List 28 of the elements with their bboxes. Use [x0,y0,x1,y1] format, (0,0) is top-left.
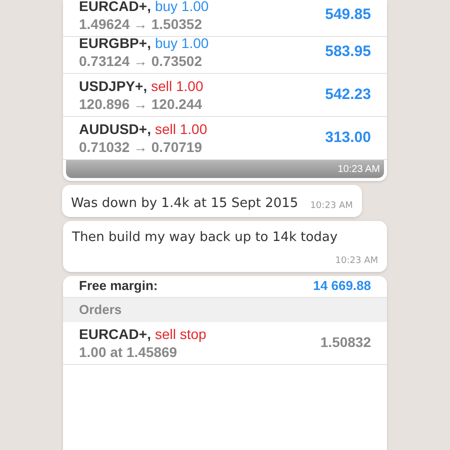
price-range: 1.00 at 1.45869 [79,342,178,360]
message-text: Then build my way back up to 14k today [72,228,339,246]
message-time: 10:23 AM [310,200,353,213]
message-time: 10:23 AM [335,255,378,268]
price-range: 0.73124 → 0.73502 [79,52,203,70]
profit-value: 583.95 [325,42,371,62]
price-range: 120.896 → 120.244 [79,95,203,113]
symbol-label: EURGBP+, [79,34,151,52]
section-header: Orders [63,298,387,322]
price-range: 1.49624 → 1.50352 [79,15,203,33]
price-range: 0.71032 → 0.70719 [79,138,203,156]
symbol-label: AUDUSD+, [79,120,151,138]
profit-value: 549.85 [325,4,371,25]
profit-value: 313.00 [325,128,371,148]
message-text: Was down by 1.4k at 15 Sept 2015 [71,195,298,213]
message-time: 10:23 AM [338,162,380,176]
order-price: 1.50832 [320,333,371,352]
free-margin-value: 14 669.88 [313,277,371,296]
symbol-label: USDJPY+, [79,77,148,95]
trade-action: buy 1.00 [154,34,209,52]
profit-value: 542.23 [325,84,371,105]
free-margin-label: Free margin: [79,277,158,296]
symbol-label: EURCAD+, [79,0,151,15]
symbol-label: EURCAD+, [79,324,151,342]
trade-action: sell 1.00 [151,77,204,95]
trade-action: sell stop [154,324,206,342]
trade-action: buy 1.00 [154,0,209,15]
trade-action: sell 1.00 [154,120,208,138]
